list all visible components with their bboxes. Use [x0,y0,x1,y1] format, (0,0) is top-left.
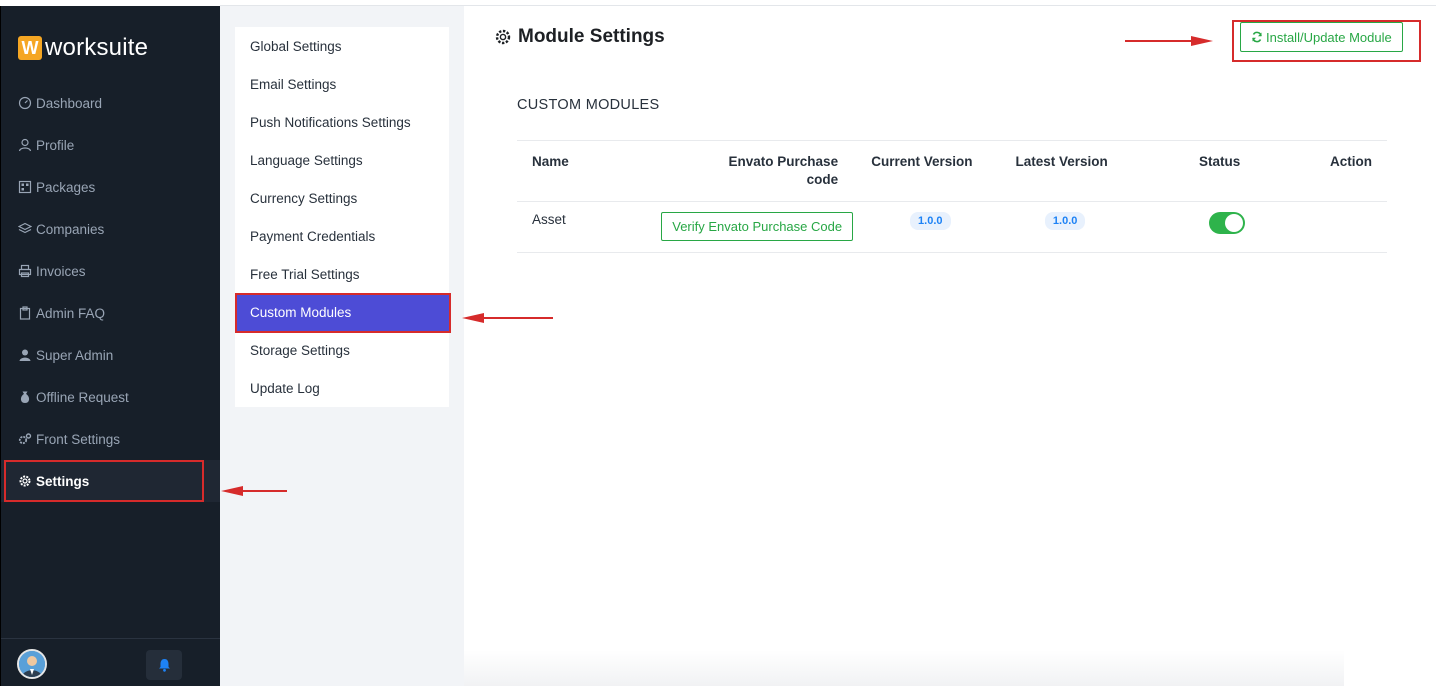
current-version-cell: 1.0.0 [853,201,988,253]
annotation-box-custom-modules [235,293,451,333]
column-header-latest-version: Latest Version [987,140,1123,202]
annotation-arrow-settings-head [221,486,243,496]
sidebar-item-label: Admin FAQ [36,305,106,321]
submenu-item-language-settings[interactable]: Language Settings [235,141,449,179]
sidebar-item-super-admin[interactable]: Super Admin [1,334,221,376]
sidebar-item-offline-request[interactable]: Offline Request [1,376,221,418]
money-bag-icon [20,391,30,403]
sidebar-item-profile[interactable]: Profile [1,124,221,166]
layers-icon [18,222,32,234]
submenu-item-payment-credentials[interactable]: Payment Credentials [235,217,449,255]
sidebar-item-invoices[interactable]: Invoices [1,250,221,292]
column-header-purchase-code-line1: Envato Purchase [728,154,839,169]
submenu-item-push-notifications-settings[interactable]: Push Notifications Settings [235,103,449,141]
annotation-arrow-settings-line [240,490,287,492]
column-header-action: Action [1255,140,1387,202]
custom-modules-table: Name Envato Purchase code Current Versio… [517,140,1387,253]
avatar-image [19,651,45,677]
sidebar-item-label: Profile [36,137,75,153]
sidebar-footer [1,638,221,686]
page-title-text: Module Settings [518,26,665,47]
status-toggle[interactable] [1209,212,1246,234]
avatar[interactable] [17,649,47,679]
sidebar-item-label: Super Admin [36,347,114,363]
submenu-item-email-settings[interactable]: Email Settings [235,65,449,103]
table-row: Asset Verify Envato Purchase Code 1.0.0 … [517,201,1387,253]
annotation-arrow-modules-line [482,317,553,319]
latest-version-badge: 1.0.0 [1044,212,1086,230]
submenu-item-currency-settings[interactable]: Currency Settings [235,179,449,217]
verify-envato-purchase-code-button[interactable]: Verify Envato Purchase Code [661,212,854,241]
submenu-item-update-log[interactable]: Update Log [235,369,449,407]
column-header-purchase-code: Envato Purchase code [646,140,854,202]
section-title: CUSTOM MODULES [517,97,660,113]
sidebar-item-packages[interactable]: Packages [1,166,221,208]
sidebar-item-label: Dashboard [36,95,103,111]
purchase-code-cell: Verify Envato Purchase Code [646,201,854,253]
submenu-item-storage-settings[interactable]: Storage Settings [235,331,449,369]
latest-version-cell: 1.0.0 [987,201,1123,253]
bell-icon [158,659,170,672]
sidebar-item-label: Companies [36,221,105,237]
gear-icon [495,29,511,45]
annotation-box-install-button [1232,20,1421,62]
printer-icon [18,264,32,278]
sidebar-item-front-settings[interactable]: Front Settings [1,418,221,460]
sidebar-item-companies[interactable]: Companies [1,208,221,250]
current-version-badge: 1.0.0 [910,212,951,230]
user-icon [18,138,32,152]
settings-submenu: Global Settings Email Settings Push Noti… [235,27,449,407]
submenu-item-free-trial-settings[interactable]: Free Trial Settings [235,255,449,293]
column-header-purchase-code-line2: code [806,172,839,187]
brand-logo[interactable]: W worksuite [18,34,148,62]
sidebar-nav: Dashboard Profile Packages Companies Inv… [1,82,221,502]
column-header-current-version: Current Version [853,140,988,202]
annotation-arrow-install-line [1125,40,1192,42]
action-cell [1255,201,1387,253]
settings-submenu-panel: Global Settings Email Settings Push Noti… [220,6,464,686]
sidebar-item-admin-faq[interactable]: Admin FAQ [1,292,221,334]
cogs-icon [18,433,32,445]
clipboard-icon [19,306,31,320]
sidebar-item-dashboard[interactable]: Dashboard [1,82,221,124]
column-header-name: Name [517,140,647,202]
main-content: Module Settings Install/Update Module CU… [464,6,1436,686]
sidebar-item-label: Invoices [36,263,86,279]
status-cell [1122,201,1256,253]
main-sidebar: W worksuite Dashboard Profile Packages C… [0,6,221,686]
packages-icon [18,180,32,194]
annotation-box-settings [4,460,204,502]
user-solid-icon [19,349,31,361]
logo-mark: W [18,36,42,60]
sidebar-item-label: Offline Request [36,389,129,405]
module-name: Asset [517,201,647,253]
table-header-row: Name Envato Purchase code Current Versio… [517,140,1387,202]
sidebar-item-label: Front Settings [36,431,121,447]
dashboard-icon [18,96,32,110]
page-title: Module Settings [494,26,665,48]
sidebar-item-label: Packages [36,179,96,195]
brand-name: worksuite [45,34,149,61]
annotation-arrow-install-head [1191,36,1213,46]
annotation-arrow-modules-head [462,313,484,323]
bottom-fade [464,650,1344,686]
notifications-button[interactable] [146,650,182,680]
submenu-item-global-settings[interactable]: Global Settings [235,27,449,65]
column-header-status: Status [1122,140,1256,202]
